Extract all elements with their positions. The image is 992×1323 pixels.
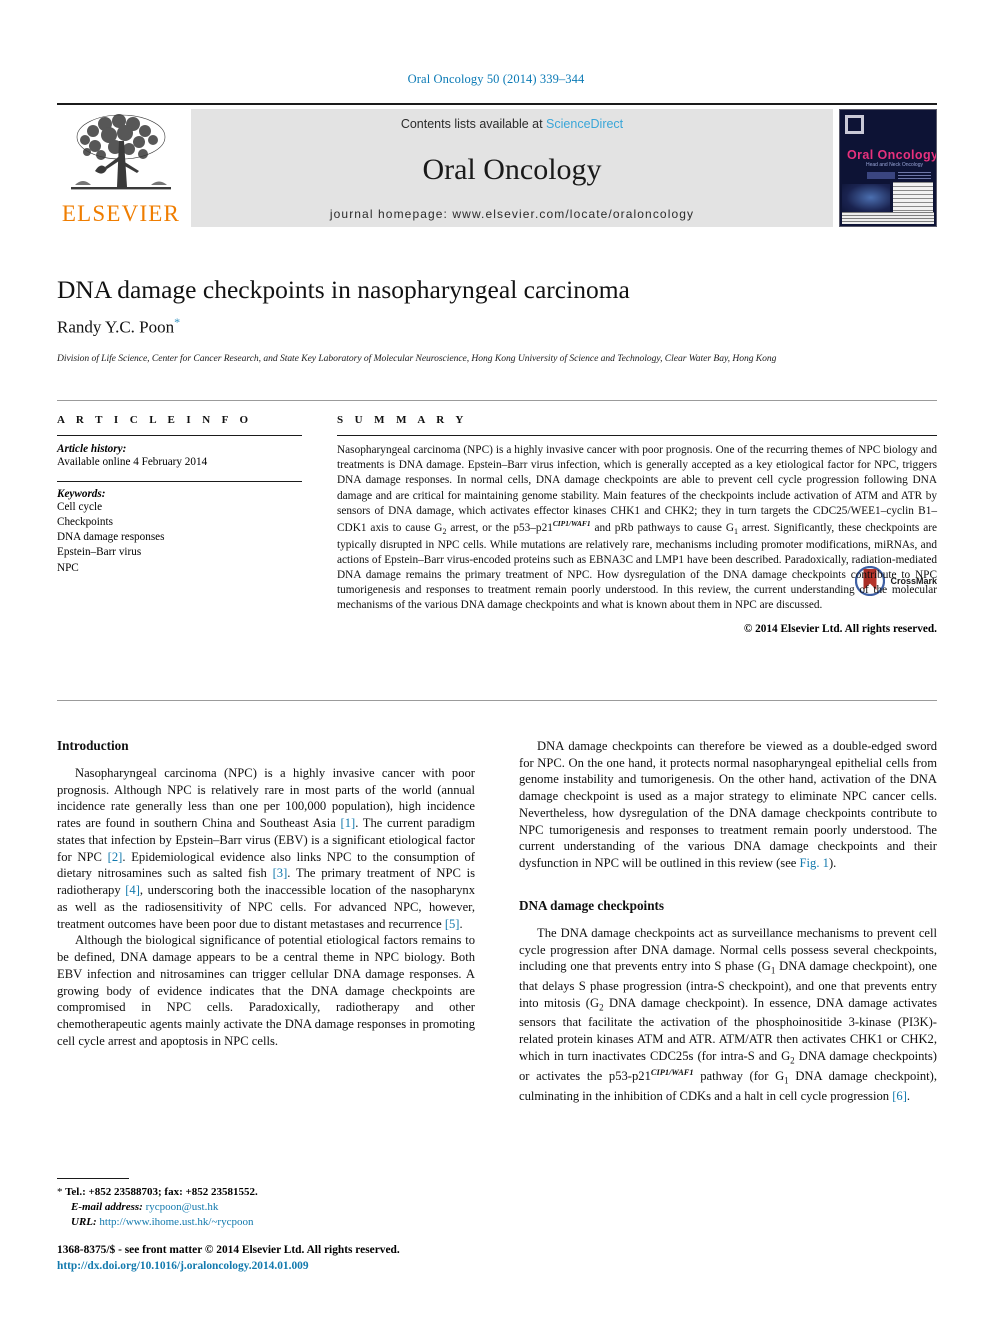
reference-6[interactable]: [6]	[892, 1089, 907, 1103]
article-info-rule	[57, 435, 302, 436]
info-section-bottom-rule	[57, 700, 937, 701]
keyword-item: DNA damage responses	[57, 531, 165, 544]
cover-photo	[842, 184, 890, 214]
journal-homepage-line[interactable]: journal homepage: www.elsevier.com/locat…	[330, 207, 694, 221]
journal-masthead: ELSEVIER Contents lists available at Sci…	[57, 103, 937, 227]
running-head: Oral Oncology 50 (2014) 339–344	[407, 72, 585, 86]
cover-elsevier-icon	[845, 115, 864, 134]
text-run: .	[459, 916, 463, 931]
abstract-part-4: arrest. Significantly, these checkpoints…	[337, 521, 937, 612]
masthead-top-rule	[57, 103, 937, 105]
cover-textlines	[898, 172, 931, 179]
text-run: .	[906, 1088, 911, 1103]
keywords-label: Keywords:	[57, 487, 106, 500]
article-info-heading: A R T I C L E I N F O	[57, 414, 253, 426]
title-block: DNA damage checkpoints in nasopharyngeal…	[57, 275, 937, 596]
sup-cip-waf: CIP1/WAF1	[650, 1068, 694, 1077]
paragraph-intro-1: Nasopharyngeal carcinoma (NPC) is a high…	[57, 765, 475, 932]
footnote-block: * Tel.: +852 23588703; fax: +852 2358155…	[57, 1178, 475, 1230]
paragraph-right-2: The DNA damage checkpoints act as survei…	[519, 925, 937, 1105]
keyword-item: NPC	[57, 561, 79, 574]
cover-title: Oral Oncology	[847, 148, 937, 162]
paper-page: Oral Oncology 50 (2014) 339–344 ELSEVIER…	[0, 0, 992, 1323]
footnote-tel-text: Tel.: +852 23588703; fax: +852 23581552.	[65, 1186, 258, 1198]
keywords-divider	[57, 480, 302, 482]
email-link[interactable]: rycpoon@ust.hk	[146, 1201, 219, 1213]
body-column-left: Introduction Nasopharyngeal carcinoma (N…	[57, 738, 475, 1049]
author-name: Randy Y.C. Poon	[57, 317, 175, 337]
elsevier-logo: ELSEVIER	[57, 109, 185, 227]
reference-5[interactable]: [5]	[445, 917, 460, 931]
cover-chart-figure	[893, 182, 933, 216]
section-heading-dna-damage-checkpoints: DNA damage checkpoints	[519, 897, 665, 913]
text-run: pathway (for G	[693, 1069, 785, 1084]
paragraph-intro-2: Although the biological significance of …	[57, 933, 475, 1048]
journal-title: Oral Oncology	[422, 153, 602, 186]
abstract-sup-cip: CIP1/WAF1	[552, 518, 591, 528]
abstract-text: Nasopharyngeal carcinoma (NPC) is a high…	[337, 443, 937, 614]
body-column-right: DNA damage checkpoints can therefore be …	[519, 738, 937, 1104]
footnote-marker: *	[57, 1186, 63, 1198]
contents-prefix: Contents lists available at	[400, 117, 547, 131]
text-run: ).	[828, 856, 837, 871]
keyword-item: Epstein–Barr virus	[57, 546, 142, 559]
affiliation: Division of Life Science, Center for Can…	[57, 352, 777, 364]
copyright-line: © 2014 Elsevier Ltd. All rights reserved…	[743, 622, 937, 635]
abstract-part-1: Nasopharyngeal carcinoma (NPC) is a high…	[337, 444, 937, 534]
text-run: DNA damage checkpoints can therefore be …	[519, 739, 937, 871]
reference-2[interactable]: [2]	[108, 850, 123, 864]
reference-3[interactable]: [3]	[273, 866, 288, 880]
footnote-url: URL: http://www.ihome.ust.hk/~rycpoon	[57, 1215, 475, 1230]
article-history-value: Available online 4 February 2014	[57, 456, 208, 468]
keyword-item: Cell cycle	[57, 500, 103, 513]
reference-4[interactable]: [4]	[125, 883, 140, 897]
info-section-top-rule	[57, 400, 937, 401]
section-heading-introduction: Introduction	[57, 738, 129, 753]
issn-line: 1368-8375/$ - see front matter © 2014 El…	[57, 1244, 400, 1256]
abstract-part-2: arrest, or the p53–p21	[446, 521, 553, 534]
issn-block: 1368-8375/$ - see front matter © 2014 El…	[57, 1242, 487, 1274]
paragraph-right-1: DNA damage checkpoints can therefore be …	[519, 738, 937, 872]
summary-heading: S U M M A R Y	[337, 414, 468, 426]
author-line: Randy Y.C. Poon*	[57, 315, 937, 338]
reference-1[interactable]: [1]	[341, 816, 356, 830]
email-label: E-mail address:	[71, 1200, 143, 1213]
article-info-column: A R T I C L E I N F O Article history: A…	[57, 414, 302, 576]
footnote-email: E-mail address: rycpoon@ust.hk	[57, 1200, 475, 1215]
footnote-tel: * Tel.: +852 23588703; fax: +852 2358155…	[57, 1185, 475, 1200]
elsevier-wordmark: ELSEVIER	[61, 201, 181, 226]
keywords-list: Cell cycle Checkpoints DNA damage respon…	[57, 500, 302, 576]
cover-footer-text	[842, 212, 934, 224]
page-title: DNA damage checkpoints in nasopharyngeal…	[57, 275, 630, 304]
contents-available-line: Contents lists available at ScienceDirec…	[401, 117, 623, 131]
keyword-item: Checkpoints	[57, 516, 113, 529]
homepage-url-link[interactable]: http://www.ihome.ust.hk/~rycpoon	[99, 1216, 253, 1228]
summary-column: S U M M A R Y Nasopharyngeal carcinoma (…	[337, 414, 937, 635]
sciencedirect-link[interactable]: ScienceDirect	[546, 117, 623, 131]
corresponding-author-marker: *	[174, 315, 181, 330]
journal-cover-thumbnail: Oral Oncology Head and Neck Oncology	[839, 109, 937, 227]
figure-1-link[interactable]: Fig. 1	[800, 856, 829, 870]
summary-rule	[337, 435, 937, 436]
footnote-rule	[57, 1178, 129, 1179]
doi-link[interactable]: http://dx.doi.org/10.1016/j.oraloncology…	[57, 1258, 487, 1274]
abstract-part-3: and pRb pathways to cause G	[590, 521, 734, 534]
article-history-label: Article history:	[57, 443, 127, 455]
elsevier-tree-icon	[71, 114, 171, 190]
cover-subtitle: Head and Neck Oncology	[866, 162, 923, 168]
cover-badge	[867, 172, 895, 179]
url-label: URL:	[71, 1215, 97, 1228]
masthead-center-panel: Contents lists available at ScienceDirec…	[191, 109, 833, 227]
